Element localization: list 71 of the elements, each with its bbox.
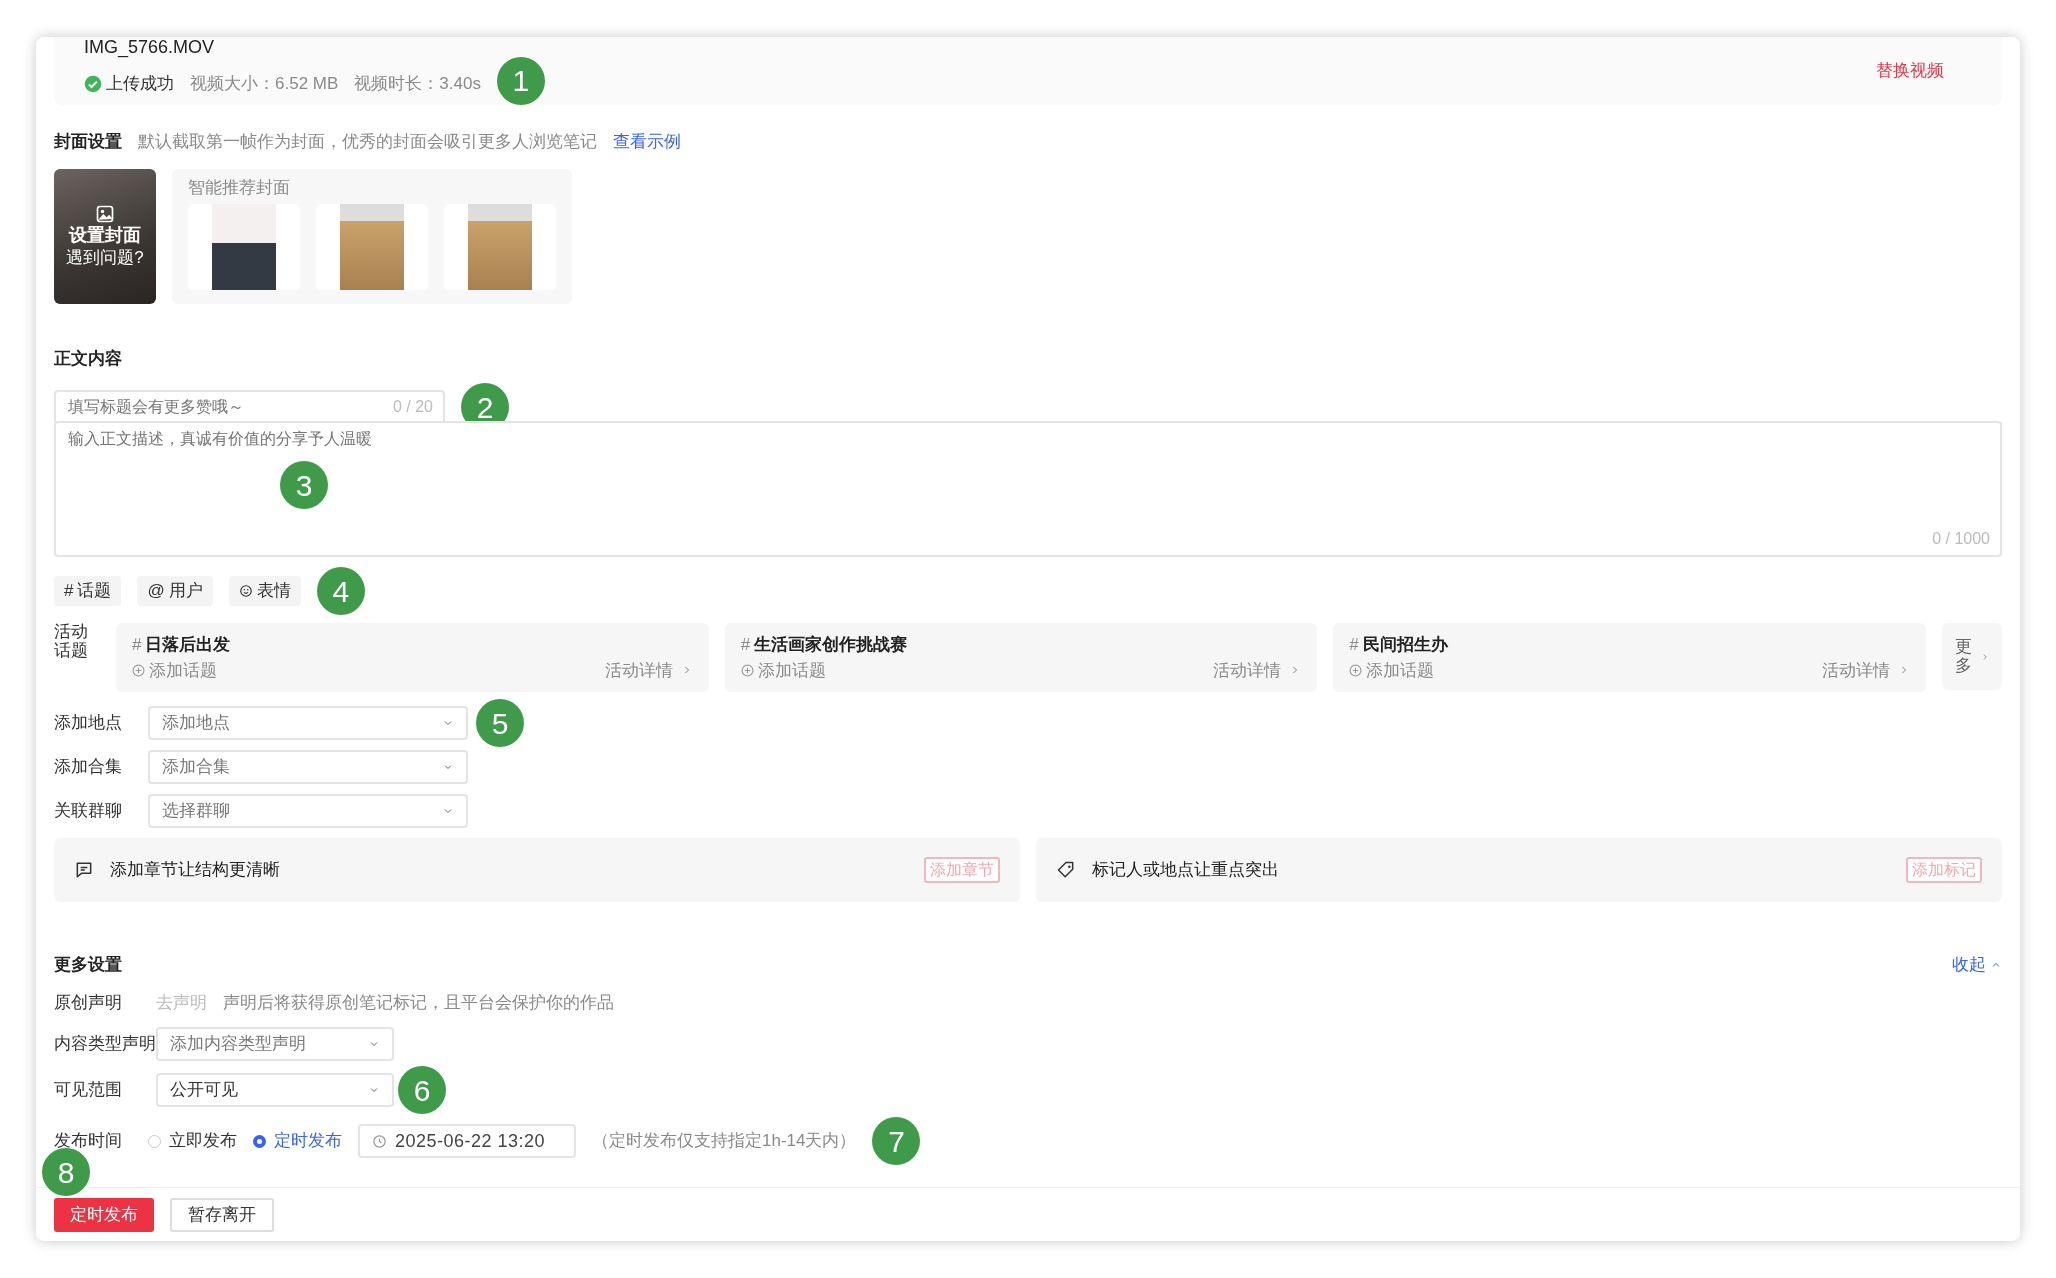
- panel-text: 标记人或地点让重点突出: [1092, 859, 1280, 882]
- callout-marker: 1: [496, 56, 545, 105]
- activity-topic-card[interactable]: # 日落后出发 添加话题 活动详情: [116, 623, 709, 692]
- dropdown-select[interactable]: 公开可见: [156, 1073, 394, 1107]
- char-counter: 0 / 20: [392, 397, 433, 417]
- field-label: 原创声明: [54, 991, 123, 1014]
- callout-marker: 6: [398, 1066, 446, 1114]
- plus-circle-icon: [132, 663, 145, 677]
- save-draft-button[interactable]: 暂存离开: [170, 1198, 274, 1232]
- video-size: 视频大小：6.52 MB: [190, 73, 339, 96]
- add-topic-link[interactable]: 添加话题: [1366, 657, 1435, 683]
- tag-icon: [1056, 860, 1076, 880]
- field-label: 添加地点: [54, 712, 123, 735]
- dropdown-select[interactable]: 选择群聊: [148, 794, 468, 828]
- original-hint: 声明后将获得原创笔记标记，且平台会保护你的作品: [223, 991, 614, 1014]
- insert-tag-button[interactable]: @ 用户: [137, 576, 213, 606]
- section-title: 更多设置: [54, 954, 122, 976]
- callout-marker: 8: [42, 1148, 90, 1196]
- topic-name: 民间招生办: [1362, 634, 1448, 656]
- activity-topic-card[interactable]: # 民间招生办 添加话题 活动详情: [1333, 623, 1926, 692]
- radio-option[interactable]: 定时发布: [253, 1128, 342, 1154]
- dropdown-select[interactable]: 添加内容类型声明: [156, 1027, 394, 1061]
- video-duration: 视频时长：3.40s: [354, 73, 481, 96]
- set-cover-button[interactable]: 设置封面 遇到问题?: [54, 168, 156, 304]
- activity-detail-link[interactable]: 活动详情: [604, 657, 673, 683]
- dropdown-select[interactable]: 添加合集: [148, 750, 468, 784]
- collapse-link[interactable]: 收起: [1952, 952, 2002, 978]
- file-name: IMG_5766.MOV: [84, 37, 216, 59]
- datetime-field[interactable]: 2025-06-22 13:20: [358, 1124, 576, 1158]
- field-label: 可见范围: [54, 1079, 123, 1102]
- chat-lines-icon: [74, 860, 94, 880]
- replace-video-link[interactable]: 替换视频: [1876, 58, 1944, 84]
- activity-detail-link[interactable]: 活动详情: [1213, 657, 1282, 683]
- callout-marker: 7: [872, 1117, 921, 1165]
- check-circle-icon: [84, 74, 102, 93]
- publish-button[interactable]: 定时发布: [54, 1198, 154, 1232]
- radio-option[interactable]: 立即发布: [148, 1128, 237, 1154]
- upload-status: 上传成功: [106, 73, 174, 96]
- plus-circle-icon: [740, 663, 754, 677]
- callout-marker: 5: [476, 699, 524, 747]
- hash-symbol: #: [132, 634, 142, 656]
- field-label: 内容类型声明: [54, 1033, 156, 1056]
- schedule-note: （定时发布仅支持指定1h-14天内）: [592, 1130, 857, 1153]
- hash-symbol: #: [740, 634, 751, 656]
- activity-detail-link[interactable]: 活动详情: [1822, 657, 1890, 683]
- cover-option[interactable]: [188, 204, 300, 290]
- add-topic-link[interactable]: 添加话题: [149, 657, 217, 683]
- callout-marker: 4: [316, 567, 365, 615]
- field-label: 添加合集: [54, 756, 123, 779]
- dropdown-select[interactable]: 添加地点: [148, 706, 468, 740]
- add-topic-link[interactable]: 添加话题: [757, 657, 826, 683]
- field-label: 活动话题: [54, 623, 89, 662]
- insert-emoji-button[interactable]: 表情: [228, 576, 301, 606]
- activity-topic-card[interactable]: # 生活画家创作挑战赛 添加话题 活动详情: [724, 623, 1318, 692]
- insert-tag-button[interactable]: # 话题: [54, 576, 122, 606]
- topic-name: 日落后出发: [145, 634, 231, 656]
- section-title: 封面设置: [54, 131, 122, 153]
- recommend-title: 智能推荐封面: [188, 176, 291, 199]
- example-link[interactable]: 查看示例: [613, 129, 681, 155]
- hash-symbol: #: [1349, 634, 1359, 656]
- clock-icon: [372, 1133, 387, 1149]
- image-icon: [95, 204, 115, 225]
- panel-text: 添加章节让结构更清晰: [110, 859, 281, 882]
- plus-circle-icon: [1349, 663, 1363, 677]
- char-counter: 0 / 1000: [1932, 529, 1990, 549]
- field-label: 关联群聊: [54, 800, 123, 823]
- smiley-icon: [238, 584, 253, 598]
- more-topics-button[interactable]: 更多: [1942, 623, 2002, 690]
- section-title: 正文内容: [54, 347, 123, 370]
- cover-hint: 默认截取第一帧作为封面，优秀的封面会吸引更多人浏览笔记: [138, 131, 597, 153]
- topic-name: 生活画家创作挑战赛: [754, 634, 908, 656]
